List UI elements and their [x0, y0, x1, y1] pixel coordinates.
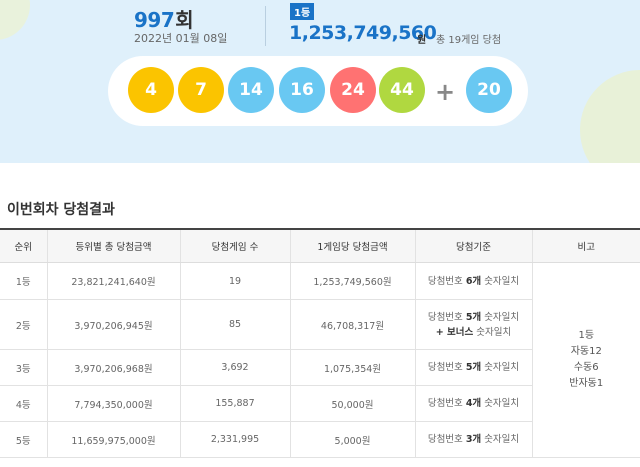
decorative-circle — [0, 0, 30, 40]
draw-result-banner: 997회 2022년 01월 08일 1등 1,253,749,560 원 총 … — [0, 0, 640, 163]
remarks-line: 반자동1 — [569, 378, 604, 389]
first-prize-badge: 1등 — [290, 3, 315, 20]
criteria-text: 당첨번호 — [427, 311, 466, 323]
criteria-count: 4개 — [465, 398, 482, 409]
remarks-line: 수동6 — [573, 362, 599, 373]
winning-ball-1: 4 — [128, 67, 174, 113]
remarks-cell: 1등 자동12 수동6 반자동1 — [531, 262, 640, 458]
criteria-text: 숫자일치 — [481, 311, 520, 323]
criteria-cell: 당첨번호 5개 숫자일치 — [414, 349, 532, 386]
criteria-text: 숫자일치 — [481, 362, 520, 373]
criteria-bonus: + 보너스 — [435, 326, 474, 338]
col-header-remarks: 비고 — [531, 228, 640, 263]
col-header-prize-per-game: 1게임당 당첨금액 — [289, 228, 415, 263]
rank-cell: 3등 — [0, 349, 47, 386]
winning-games-cell: 85 — [179, 299, 290, 350]
criteria-text: 숫자일치 — [473, 326, 512, 338]
results-header-row: 순위 등위별 총 당첨금액 당첨게임 수 1게임당 당첨금액 당첨기준 비고 — [0, 228, 640, 263]
winning-ball-2: 7 — [178, 67, 224, 113]
header-divider — [265, 6, 266, 46]
draw-date: 2022년 01월 08일 — [134, 32, 228, 45]
remarks-line: 1등 — [578, 330, 595, 341]
criteria-text: 당첨번호 — [427, 434, 466, 445]
total-prize-cell: 3,970,206,945원 — [46, 299, 180, 350]
total-prize-cell: 11,659,975,000원 — [46, 421, 180, 458]
table-row: 1등 23,821,241,640원 19 1,253,749,560원 당첨번… — [0, 262, 640, 458]
rank-cell: 4등 — [0, 385, 47, 422]
decorative-circle — [580, 70, 640, 163]
round-number: 997회 — [134, 4, 194, 33]
rank-cell: 2등 — [0, 299, 47, 350]
criteria-text: 숫자일치 — [481, 434, 520, 445]
col-header-rank: 순위 — [0, 228, 47, 263]
col-header-total-prize: 등위별 총 당첨금액 — [46, 228, 180, 263]
criteria-count: 6개 — [465, 275, 482, 287]
rank-cell: 5등 — [0, 421, 47, 458]
criteria-count: 5개 — [465, 311, 482, 323]
round-number-value: 997 — [134, 8, 175, 32]
remarks-line: 자동12 — [570, 346, 602, 357]
total-prize-cell: 3,970,206,968원 — [46, 349, 180, 386]
results-table: 순위 등위별 총 당첨금액 당첨게임 수 1게임당 당첨금액 당첨기준 비고 1… — [0, 228, 640, 458]
prize-per-game-cell: 46,708,317원 — [289, 299, 415, 350]
criteria-text: 당첨번호 — [427, 398, 466, 409]
criteria-cell: 당첨번호 6개 숫자일치 — [414, 262, 532, 300]
col-header-criteria: 당첨기준 — [414, 228, 532, 263]
total-prize-cell: 7,794,350,000원 — [46, 385, 180, 422]
winning-ball-3: 14 — [228, 67, 274, 113]
winners-note: 총 19게임 당첨 — [436, 35, 502, 46]
winning-ball-4: 16 — [279, 67, 325, 113]
bonus-ball: 20 — [466, 67, 512, 113]
plus-sign: + — [435, 78, 456, 106]
winning-ball-6: 44 — [379, 67, 425, 113]
criteria-text: 숫자일치 — [481, 398, 520, 409]
winning-games-cell: 2,331,995 — [179, 421, 290, 458]
criteria-text: 숫자일치 — [481, 275, 520, 287]
criteria-cell: 당첨번호 4개 숫자일치 — [414, 385, 532, 422]
criteria-count: 3개 — [465, 434, 482, 445]
first-prize-amount: 1,253,749,560 — [289, 22, 437, 44]
prize-per-game-cell: 1,075,354원 — [289, 349, 415, 386]
winning-ball-5: 24 — [330, 67, 376, 113]
col-header-winning-games: 당첨게임 수 — [179, 228, 290, 263]
criteria-cell: 당첨번호 3개 숫자일치 — [414, 421, 532, 458]
prize-per-game-cell: 1,253,749,560원 — [289, 262, 415, 300]
winning-games-cell: 3,692 — [179, 349, 290, 386]
criteria-text: 당첨번호 — [427, 275, 466, 287]
first-prize-unit: 원 — [417, 35, 427, 46]
criteria-cell: 당첨번호 5개 숫자일치 + 보너스 숫자일치 — [414, 299, 532, 350]
winning-games-cell: 19 — [179, 262, 290, 300]
criteria-text: 당첨번호 — [427, 362, 466, 373]
prize-per-game-cell: 5,000원 — [289, 421, 415, 458]
rank-cell: 1등 — [0, 262, 47, 300]
criteria-count: 5개 — [465, 362, 482, 373]
winning-games-cell: 155,887 — [179, 385, 290, 422]
results-section-title: 이번회차 당첨결과 — [7, 202, 115, 218]
round-number-suffix: 회 — [175, 8, 194, 32]
prize-per-game-cell: 50,000원 — [289, 385, 415, 422]
total-prize-cell: 23,821,241,640원 — [46, 262, 180, 300]
